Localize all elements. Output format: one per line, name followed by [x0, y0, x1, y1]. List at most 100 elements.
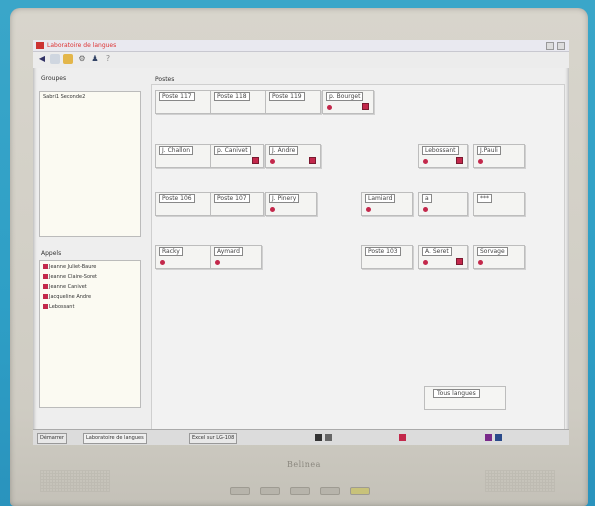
headset-icon[interactable] [252, 157, 259, 164]
user-icon[interactable]: ♟ [90, 54, 100, 64]
station-label: Sorvage [477, 247, 508, 256]
station-box[interactable]: p. Bourget [322, 90, 374, 114]
list-item[interactable]: Sabri1 Seconde2 [43, 94, 85, 100]
app-icon [36, 42, 44, 49]
tray-icon[interactable] [325, 434, 332, 441]
station-label: J. Pinery [269, 194, 300, 203]
stations-label: Postes [155, 76, 175, 83]
status-dot-icon [270, 207, 275, 212]
station-box[interactable]: a [418, 192, 468, 216]
tray-icon[interactable] [315, 434, 322, 441]
station-label: a [422, 194, 432, 203]
station-box[interactable]: Poste 119 [265, 90, 321, 114]
status-dot-icon [423, 260, 428, 265]
headset-icon[interactable] [362, 103, 369, 110]
status-dot-icon [478, 260, 483, 265]
taskbar-item[interactable]: Excel sur LG-108 [189, 433, 238, 444]
students-list[interactable]: Jeanne Juliet-Baure Jeanne Claire-Soret … [39, 260, 141, 408]
taskbar-item[interactable]: Laboratoire de langues [83, 433, 147, 444]
station-box[interactable]: Poste 106 [155, 192, 211, 216]
station-label: Aymard [214, 247, 243, 256]
station-box[interactable]: *** [473, 192, 525, 216]
station-box[interactable]: J.Pauli [473, 144, 525, 168]
station-label: J. Challon [159, 146, 194, 155]
station-label: Poste 118 [214, 92, 250, 101]
taskbar: Démarrer Laboratoire de langues Excel su… [33, 429, 569, 445]
station-box[interactable]: Aymard [210, 245, 262, 269]
station-label: Poste 103 [365, 247, 401, 256]
list-item[interactable]: Jacqueline Andre [43, 294, 91, 300]
status-dot-icon [270, 159, 275, 164]
headset-icon[interactable] [309, 157, 316, 164]
station-label: A. Seret [422, 247, 452, 256]
student-icon [43, 294, 48, 299]
station-label: Racky [159, 247, 183, 256]
headset-icon[interactable] [456, 157, 463, 164]
groups-list[interactable]: Sabri1 Seconde2 [39, 91, 141, 237]
status-dot-icon [215, 260, 220, 265]
station-label: Lamiard [365, 194, 396, 203]
list-item[interactable]: Jeanne Canivet [43, 284, 87, 290]
station-box[interactable]: Poste 103 [361, 245, 413, 269]
tray-icon[interactable] [399, 434, 406, 441]
student-icon [43, 304, 48, 309]
tray-icon[interactable] [485, 434, 492, 441]
help-icon[interactable]: ? [103, 54, 113, 64]
station-label: Poste 107 [214, 194, 250, 203]
minimize-icon[interactable] [546, 42, 554, 50]
station-label: Poste 106 [159, 194, 195, 203]
window-title: Laboratoire de langues [47, 42, 117, 49]
all-languages-button[interactable]: Tous langues [424, 386, 506, 410]
station-label: J.Pauli [477, 146, 501, 155]
monitor-brand: Belinea [287, 460, 321, 469]
station-label: J. Andre [269, 146, 299, 155]
list-item[interactable]: Lebossant [43, 304, 74, 310]
power-button[interactable] [350, 487, 370, 495]
station-box[interactable]: Poste 118 [210, 90, 266, 114]
station-label: Lebossant [422, 146, 459, 155]
headset-icon[interactable] [456, 258, 463, 265]
left-speaker [40, 470, 110, 492]
monitor-button[interactable] [320, 487, 340, 495]
monitor-button[interactable] [290, 487, 310, 495]
station-box[interactable]: Poste 107 [210, 192, 264, 216]
folder-icon[interactable] [63, 54, 73, 64]
list-item[interactable]: Jeanne Claire-Soret [43, 274, 97, 280]
toolbar: ◀ ⚙ ♟ ? [33, 52, 569, 68]
status-dot-icon [366, 207, 371, 212]
title-bar: Laboratoire de langues [33, 40, 569, 52]
close-icon[interactable] [557, 42, 565, 50]
station-box[interactable]: Sorvage [473, 245, 525, 269]
monitor-button[interactable] [230, 487, 250, 495]
groups-label: Groupes [41, 75, 67, 82]
open-icon[interactable] [50, 54, 60, 64]
station-box[interactable]: Racky [155, 245, 211, 269]
station-box[interactable]: Poste 117 [155, 90, 211, 114]
station-box[interactable]: Lamiard [361, 192, 413, 216]
station-box[interactable]: J. Challon [155, 144, 211, 168]
all-languages-label: Tous langues [433, 389, 480, 398]
station-box[interactable]: Lebossant [418, 144, 468, 168]
student-icon [43, 264, 48, 269]
station-label: Poste 119 [269, 92, 305, 101]
new-icon[interactable]: ◀ [37, 54, 47, 64]
list-item[interactable]: Jeanne Juliet-Baure [43, 264, 96, 270]
student-icon [43, 274, 48, 279]
students-label: Appels [41, 250, 62, 257]
tray-icon[interactable] [495, 434, 502, 441]
status-dot-icon [423, 207, 428, 212]
station-box[interactable]: J. Pinery [265, 192, 317, 216]
station-label: *** [477, 194, 492, 203]
screen: Laboratoire de langues ◀ ⚙ ♟ ? Groupes S… [33, 40, 569, 445]
station-box[interactable]: J. Andre [265, 144, 321, 168]
station-box[interactable]: p. Canivet [210, 144, 264, 168]
status-dot-icon [160, 260, 165, 265]
station-box[interactable]: A. Seret [418, 245, 468, 269]
station-label: p. Bourget [326, 92, 364, 101]
settings-icon[interactable]: ⚙ [77, 54, 87, 64]
station-label: p. Canivet [214, 146, 251, 155]
status-dot-icon [423, 159, 428, 164]
student-icon [43, 284, 48, 289]
monitor-button[interactable] [260, 487, 280, 495]
start-button[interactable]: Démarrer [37, 433, 67, 444]
